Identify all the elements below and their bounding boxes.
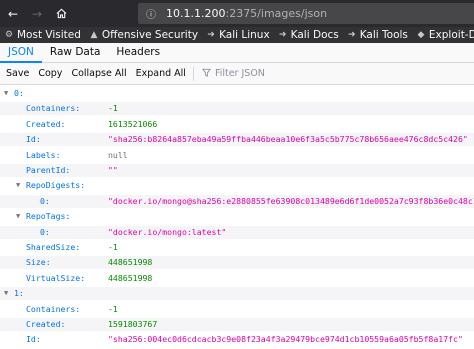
json-key: VirtualSize: bbox=[26, 272, 86, 283]
forward-arrow-icon[interactable]: → bbox=[28, 5, 46, 23]
bookmark-kali-docs[interactable]: ➜ Kali Docs bbox=[278, 29, 339, 41]
json-tree-row[interactable]: ▼ RepoDigests: bbox=[0, 179, 474, 192]
json-key: RepoDigests: bbox=[26, 180, 86, 191]
json-value: -1 bbox=[108, 303, 118, 314]
bookmark-label: Most Visited bbox=[17, 29, 81, 41]
bookmarks-toolbar: ⚙ Most Visited ▲ Offensive Security ➜ Kali … bbox=[0, 27, 474, 43]
json-tree-row[interactable]: ▼ RepoTags: bbox=[0, 210, 474, 223]
json-tree-row[interactable]: Containers: -1 bbox=[0, 102, 474, 116]
expand-toggle-icon[interactable]: ▼ bbox=[4, 87, 12, 100]
offsec-icon: ▲ bbox=[90, 30, 98, 40]
json-key: Containers: bbox=[26, 103, 81, 114]
json-key: 0: bbox=[40, 195, 50, 206]
json-key: Id: bbox=[26, 334, 41, 345]
json-value: -1 bbox=[108, 103, 118, 114]
json-tree-row[interactable]: 0: "docker.io/mongo@sha256:e2880855fe6390… bbox=[0, 194, 474, 208]
home-icon[interactable] bbox=[52, 5, 70, 23]
json-value: 448651998 bbox=[108, 257, 153, 268]
bookmark-kali-linux[interactable]: ➜ Kali Linux bbox=[206, 29, 270, 41]
bookmark-label: Offensive Security bbox=[101, 29, 199, 41]
toolbar-divider bbox=[192, 66, 194, 81]
json-key: Created: bbox=[26, 319, 66, 329]
url-path: :2375/images/json bbox=[225, 7, 328, 20]
json-tree-row[interactable]: ParentId: "" bbox=[0, 164, 474, 177]
json-key: Id: bbox=[26, 134, 41, 145]
filter-placeholder: Filter JSON bbox=[214, 68, 265, 79]
gear-icon: ⚙ bbox=[4, 30, 14, 40]
json-value: "sha256:b8264a857eba49a59ffba446beaa10e6… bbox=[108, 134, 468, 145]
filter-json-input[interactable]: Filter JSON bbox=[201, 68, 265, 80]
filter-icon bbox=[201, 68, 211, 80]
expand-toggle-icon[interactable]: ▼ bbox=[16, 179, 24, 192]
json-tree-row[interactable]: Id: "sha256:b8264a857eba49a59ffba446beaa1… bbox=[0, 133, 474, 147]
json-key: Labels: bbox=[26, 149, 61, 160]
json-tree-row[interactable]: Created: 1591803767 bbox=[0, 318, 474, 331]
bookmark-kali-tools[interactable]: ➜ Kali Tools bbox=[347, 29, 408, 41]
bookmark-most-visited[interactable]: ⚙ Most Visited bbox=[4, 29, 81, 41]
json-value: -1 bbox=[108, 242, 118, 252]
json-tree-row[interactable]: Containers: -1 bbox=[0, 303, 474, 316]
expand-all-button[interactable]: Expand All bbox=[133, 66, 189, 82]
bookmark-label: Exploit-DB bbox=[428, 29, 474, 41]
json-value: 448651998 bbox=[108, 272, 153, 283]
json-key: 1: bbox=[14, 288, 24, 299]
json-value: 1613521066 bbox=[108, 118, 158, 129]
json-value: "sha256:004ec0d6cdcacb3c9e08f23a4f3a2947… bbox=[108, 334, 463, 345]
json-key: ParentId: bbox=[26, 165, 71, 175]
browser-nav-bar: ← → ⓘ 10.1.1.200:2375/images/json bbox=[0, 0, 474, 27]
json-tree-row[interactable]: 0: "docker.io/mongo:latest" bbox=[0, 225, 474, 239]
json-key: 0: bbox=[14, 88, 24, 98]
kali-icon: ➜ bbox=[207, 30, 215, 40]
json-key: RepoTags: bbox=[26, 211, 71, 222]
url-host: 10.1.1.200 bbox=[166, 7, 226, 20]
json-key: Size: bbox=[26, 257, 51, 268]
json-tree-row[interactable]: ▼ 1: bbox=[0, 287, 474, 301]
json-key: Containers: bbox=[26, 303, 81, 314]
json-key: Created: bbox=[26, 118, 66, 129]
json-key: SharedSize: bbox=[26, 242, 81, 252]
json-tree-row[interactable]: Created: 1613521066 bbox=[0, 118, 474, 131]
json-value: "" bbox=[108, 165, 118, 175]
kali-icon: ➜ bbox=[347, 30, 356, 40]
copy-button[interactable]: Copy bbox=[35, 66, 65, 82]
json-value: null bbox=[108, 149, 128, 160]
kali-icon: ➜ bbox=[278, 30, 287, 40]
tab-json[interactable]: JSON bbox=[0, 43, 42, 63]
json-value: "docker.io/mongo@sha256:e2880855fe63908c… bbox=[108, 195, 474, 206]
json-tree-row[interactable]: VirtualSize: 448651998 bbox=[0, 272, 474, 285]
exploitdb-icon: ◆ bbox=[417, 30, 425, 40]
json-tree-row[interactable]: Size: 448651998 bbox=[0, 256, 474, 270]
back-arrow-icon[interactable]: ← bbox=[4, 5, 22, 23]
json-viewer-tabs: JSON Raw Data Headers bbox=[0, 43, 474, 63]
expand-toggle-icon[interactable]: ▼ bbox=[4, 287, 12, 300]
url-text: 10.1.1.200:2375/images/json bbox=[166, 7, 327, 20]
expand-toggle-icon[interactable]: ▼ bbox=[16, 210, 24, 223]
json-value: 1591803767 bbox=[108, 319, 158, 329]
bookmark-offensive-security[interactable]: ▲ Offensive Security bbox=[89, 29, 198, 41]
json-tree-row[interactable]: SharedSize: -1 bbox=[0, 241, 474, 254]
json-tree-row[interactable]: ▼ 0: bbox=[0, 87, 474, 100]
json-tree-row[interactable]: Id: "sha256:004ec0d6cdcacb3c9e08f23a4f3a2… bbox=[0, 333, 474, 346]
save-button[interactable]: Save bbox=[3, 66, 32, 82]
json-key: 0: bbox=[40, 226, 50, 237]
json-tree-row[interactable]: Labels: null bbox=[0, 149, 474, 162]
bookmark-label: Kali Docs bbox=[290, 29, 339, 41]
bookmark-label: Kali Linux bbox=[219, 29, 270, 41]
bookmark-exploit-db[interactable]: ◆Exploit-DB bbox=[416, 29, 474, 41]
json-value: "docker.io/mongo:latest" bbox=[108, 226, 227, 237]
collapse-all-button[interactable]: Collapse All bbox=[68, 66, 129, 82]
page-info-icon[interactable]: ⓘ bbox=[146, 6, 160, 21]
tab-headers[interactable]: Headers bbox=[108, 43, 168, 63]
bookmark-label: Kali Tools bbox=[359, 29, 408, 41]
url-bar[interactable]: ⓘ 10.1.1.200:2375/images/json bbox=[138, 3, 474, 24]
tab-raw-data[interactable]: Raw Data bbox=[42, 43, 109, 63]
json-toolbar: Save Copy Collapse All Expand All Filter… bbox=[0, 63, 474, 85]
json-tree: ▼ 0: Containers: -1 Created: 1613521066 Id: "sh… bbox=[0, 85, 474, 349]
